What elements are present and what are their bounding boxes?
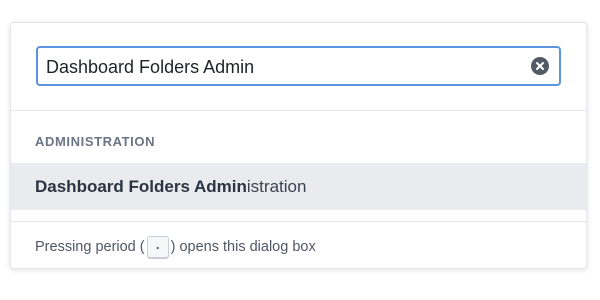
clear-circle-icon[interactable]	[531, 57, 549, 75]
search-result-label: Dashboard Folders Administration	[35, 177, 306, 197]
search-box[interactable]	[36, 46, 561, 86]
search-input[interactable]	[46, 55, 516, 79]
period-key-hint: .	[146, 236, 169, 258]
search-result-item[interactable]: Dashboard Folders Administration	[11, 163, 586, 210]
search-dialog: ADMINISTRATION Dashboard Folders Adminis…	[10, 22, 587, 269]
footer-hint: Pressing period (.) opens this dialog bo…	[35, 236, 316, 258]
dialog-footer: Pressing period (.) opens this dialog bo…	[11, 221, 586, 268]
search-result-rest: istration	[246, 177, 307, 196]
search-area	[11, 23, 586, 111]
section-heading-administration: ADMINISTRATION	[35, 134, 156, 149]
footer-hint-before: Pressing period (	[35, 238, 145, 255]
footer-hint-after: ) opens this dialog box	[170, 238, 316, 255]
search-result-match: Dashboard Folders Admin	[35, 177, 247, 196]
